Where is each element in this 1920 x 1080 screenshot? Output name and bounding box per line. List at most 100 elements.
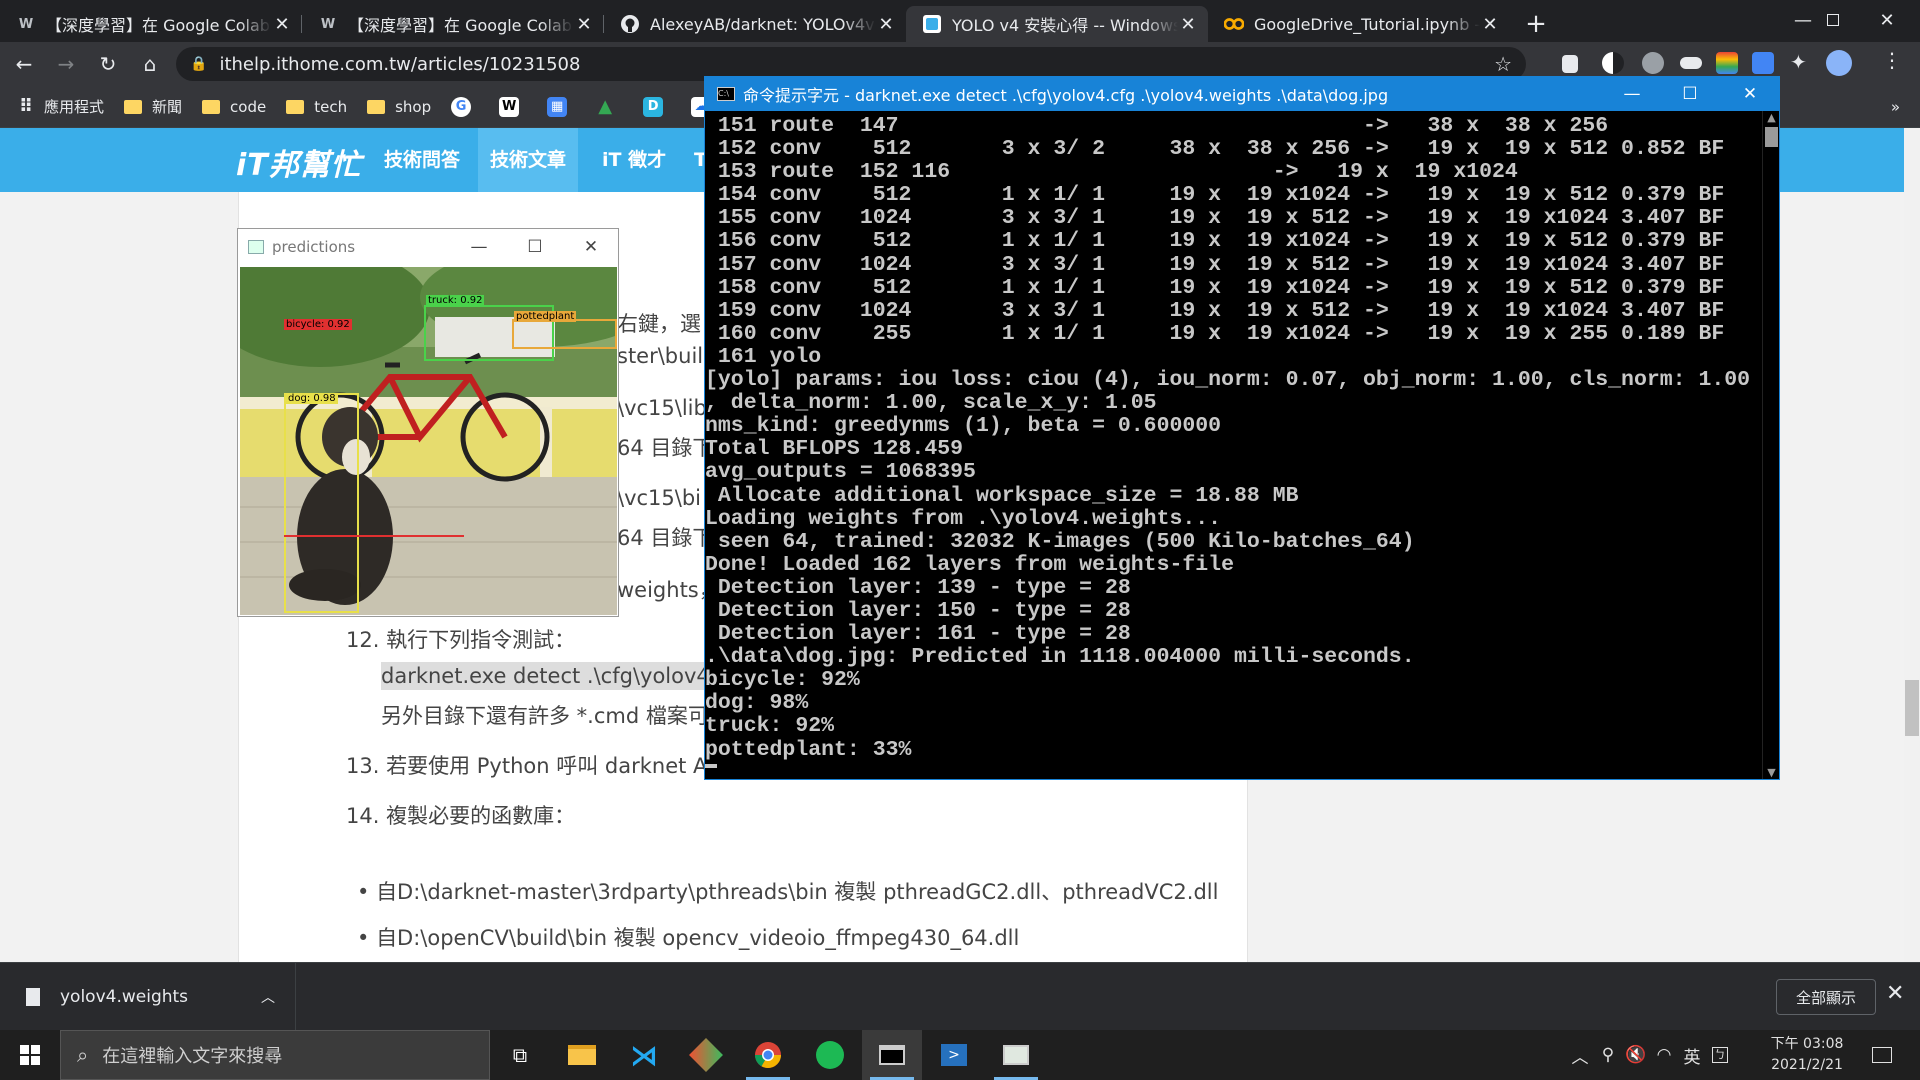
tab-title: 【深度學習】在 Google Colab 上… — [46, 16, 272, 35]
download-item[interactable]: yolov4.weights ︿ — [0, 963, 296, 1031]
meet-now-icon[interactable]: ⚲ — [1596, 1030, 1620, 1080]
bookmark-folder-news[interactable]: 新聞 — [124, 96, 182, 117]
folder-icon — [286, 99, 305, 114]
url-text: ithelp.ithome.com.tw/articles/10231508 — [219, 53, 581, 75]
reload-icon[interactable]: ↻ — [90, 46, 126, 82]
minimize-icon[interactable]: — — [450, 229, 508, 265]
command-prompt-window[interactable]: C:\ 命令提示字元 - darknet.exe detect .\cfg\yo… — [704, 76, 1780, 780]
tab-3[interactable]: AlexeyAB/darknet: YOLOv4v / S… ✕ — [604, 6, 906, 42]
cmd-titlebar[interactable]: C:\ 命令提示字元 - darknet.exe detect .\cfg\yo… — [705, 77, 1779, 111]
task-view-icon[interactable]: ⧉ — [490, 1030, 550, 1080]
maximize-icon[interactable]: ☐ — [1661, 77, 1719, 111]
downloads-shelf: yolov4.weights ︿ 全部顯示 ✕ — [0, 962, 1920, 1031]
bookmark-folder-shop[interactable]: shop — [367, 98, 431, 116]
nav-articles[interactable]: 技術文章 — [478, 128, 579, 192]
console-line: bicycle: 92% — [705, 668, 860, 693]
bicycle-label: bicycle: 0.92 — [284, 319, 352, 330]
powershell-icon[interactable]: > — [924, 1030, 984, 1080]
menu-kebab-icon[interactable]: ⋮ — [1882, 48, 1904, 72]
tab-5[interactable]: GoogleDrive_Tutorial.ipynb - C… ✕ — [1208, 6, 1510, 42]
ime-mode-icon[interactable]: ㄅ — [1708, 1030, 1732, 1080]
new-tab-button[interactable]: + — [1518, 6, 1554, 42]
tab-close-icon[interactable]: ✕ — [876, 14, 896, 35]
puzzle-extensions-icon[interactable]: ✦ — [1790, 50, 1812, 74]
console-line: .\data\dog.jpg: Predicted in 1118.004000… — [705, 645, 1415, 670]
close-window-icon[interactable]: ✕ — [1854, 0, 1920, 40]
extension-icon[interactable] — [1562, 55, 1578, 73]
network-icon[interactable]: ◠ — [1652, 1030, 1676, 1080]
maximize-icon[interactable]: ☐ — [506, 229, 564, 265]
tab-close-icon[interactable]: ✕ — [272, 14, 292, 35]
close-icon[interactable]: ✕ — [562, 229, 620, 265]
vscode-icon[interactable]: ⋊ — [614, 1030, 674, 1080]
bookmark-apps[interactable]: ⠿ 應用程式 — [16, 96, 104, 117]
list-item-text: 自D:\openCV\build\bin 複製 opencv_videoio_f… — [376, 926, 1020, 950]
taskbar-search-box[interactable]: ⌕ 在這裡輸入文字來搜尋 — [60, 1030, 490, 1080]
close-icon[interactable]: ✕ — [1721, 77, 1779, 111]
tab-close-icon[interactable]: ✕ — [1480, 14, 1500, 35]
notifications-icon[interactable] — [1862, 1030, 1902, 1080]
predictions-window[interactable]: predictions — ☐ ✕ dog: 0.98 bicycle: 0.9… — [237, 228, 619, 617]
show-all-button[interactable]: 全部顯示 — [1776, 979, 1876, 1015]
tab-4-active[interactable]: YOLO v4 安裝心得 -- Windows 1… ✕ — [906, 6, 1208, 42]
avatar[interactable] — [1826, 50, 1852, 76]
cmd-scrollbar-thumb[interactable] — [1765, 127, 1778, 147]
speaker-muted-icon[interactable]: 🔇 — [1624, 1030, 1648, 1080]
console-line: Allocate additional workspace_size = 18.… — [705, 483, 1299, 508]
tab-2[interactable]: W 【深度學習】在 Google Colab 上… ✕ — [302, 6, 604, 42]
console-line: pottedplant: 33% — [705, 737, 912, 762]
git-app-icon[interactable] — [676, 1030, 736, 1080]
tab-close-icon[interactable]: ✕ — [574, 14, 594, 35]
predictions-titlebar[interactable]: predictions — ☐ ✕ — [238, 229, 618, 265]
bookmark-wikipedia[interactable]: W — [499, 96, 527, 117]
cmd-scrollbar[interactable]: ▲ ▼ — [1762, 111, 1779, 779]
cmd-taskbar-icon[interactable] — [862, 1030, 922, 1080]
bookmark-label: tech — [314, 97, 348, 116]
close-shelf-icon[interactable]: ✕ — [1886, 981, 1904, 1006]
clock[interactable]: 下午 03:08 2021/2/21 — [1762, 1034, 1852, 1076]
bookmark-google[interactable]: G — [451, 96, 479, 117]
extension-icon[interactable] — [1680, 57, 1702, 69]
bookmark-drive[interactable]: ▲ — [595, 96, 623, 117]
chevron-up-icon[interactable]: ︿ — [261, 987, 275, 1007]
scroll-up-icon[interactable]: ▲ — [1763, 111, 1780, 124]
code-snippet[interactable]: darknet.exe detect .\cfg\yolov4.cf — [381, 662, 736, 690]
tab-1[interactable]: W 【深度學習】在 Google Colab 上… ✕ — [0, 6, 302, 42]
page-scrollbar[interactable] — [1904, 128, 1920, 962]
bookmark-d-app[interactable]: D — [643, 96, 671, 117]
site-logo[interactable]: iT邦幫忙 — [236, 140, 362, 184]
tab-close-icon[interactable]: ✕ — [1178, 14, 1198, 35]
forward-icon[interactable]: → — [48, 46, 84, 82]
bookmark-calendar[interactable]: ▦ — [547, 96, 575, 117]
window-icon — [248, 240, 264, 254]
scroll-down-icon[interactable]: ▼ — [1763, 766, 1780, 779]
more-bookmarks-icon[interactable]: » — [1891, 98, 1900, 116]
nav-qa[interactable]: 技術問答 — [372, 128, 472, 192]
predictions-taskbar-icon[interactable] — [986, 1030, 1046, 1080]
bookmark-label: shop — [395, 97, 432, 116]
console-output[interactable]: 151 route 147 -> 38 x 38 x 256 152 conv … — [705, 111, 1763, 779]
bookmark-folder-code[interactable]: code — [202, 98, 266, 116]
dark-mode-extension-icon[interactable] — [1602, 52, 1624, 74]
file-explorer-icon[interactable] — [552, 1030, 612, 1080]
minimize-icon[interactable]: — — [1603, 77, 1661, 111]
bookmark-folder-tech[interactable]: tech — [286, 98, 347, 116]
spotify-icon[interactable] — [800, 1030, 860, 1080]
color-extension-icon[interactable] — [1716, 52, 1738, 74]
translate-extension-icon[interactable] — [1752, 52, 1774, 74]
github-favicon-icon — [620, 14, 640, 34]
cloud-extension-icon[interactable] — [1642, 52, 1664, 74]
back-icon[interactable]: ← — [6, 46, 42, 82]
detection-image: dog: 0.98 bicycle: 0.92 truck: 0.92 pott… — [240, 267, 617, 615]
ime-indicator[interactable]: 英 — [1680, 1030, 1704, 1080]
console-line: nms_kind: greedynms (1), beta = 0.600000 — [705, 414, 1222, 439]
chrome-icon[interactable] — [738, 1030, 798, 1080]
bookmark-star-icon[interactable]: ☆ — [1494, 52, 1512, 76]
home-icon[interactable]: ⌂ — [132, 46, 168, 82]
bookmark-label: 應用程式 — [44, 98, 105, 116]
page-scrollbar-thumb[interactable] — [1905, 680, 1919, 736]
windows-start-icon[interactable] — [0, 1030, 60, 1080]
chevron-up-tray-icon[interactable]: ︿ — [1568, 1030, 1592, 1080]
nav-jobs[interactable]: iT 徵才 — [590, 128, 678, 192]
console-line: Done! Loaded 162 layers from weights-fil… — [705, 552, 1234, 577]
